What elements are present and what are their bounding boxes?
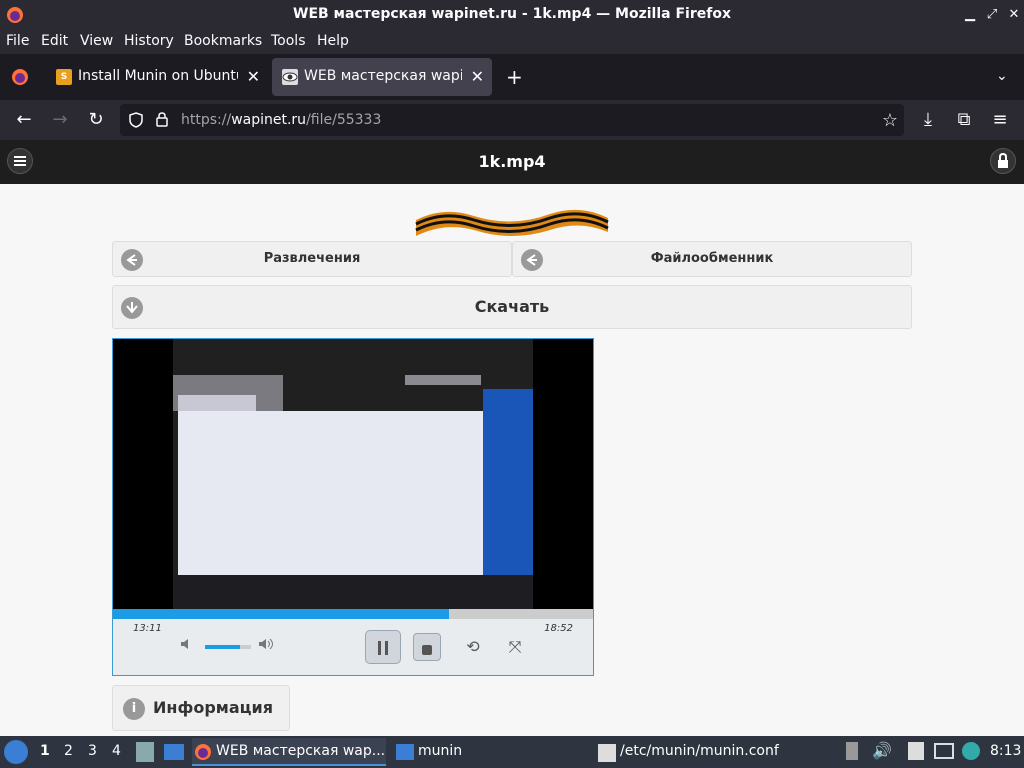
volume-slider[interactable] (205, 645, 251, 649)
menu-bookmarks[interactable]: Bookmarks (184, 33, 262, 49)
download-label: Скачать (474, 297, 550, 316)
eye-icon (282, 69, 298, 85)
task-label: munin (418, 743, 463, 759)
tab-favicon: S (56, 69, 72, 85)
duration: 18:52 (544, 623, 573, 634)
info-icon: i (123, 698, 145, 720)
file-manager-icon[interactable] (136, 742, 154, 762)
task-label: /etc/munin/munin.conf (620, 743, 779, 759)
tab-munin[interactable]: S Install Munin on Ubuntu ✕ (46, 58, 268, 96)
taskbar: 1 2 3 4 WEB мастерская wap... munin /etc… (0, 736, 1024, 768)
maximize-icon[interactable]: ⤢ (984, 7, 1000, 23)
player-controls: 13:11 18:52 ⟲ ⤧ (113, 609, 593, 675)
info-section[interactable]: i Информация (112, 685, 290, 731)
back-icon[interactable]: ← (12, 108, 36, 132)
download-button[interactable]: Скачать (112, 285, 912, 329)
minimize-icon[interactable]: ▁ (962, 7, 978, 23)
lock-icon[interactable] (155, 111, 169, 128)
task-munin[interactable]: munin (394, 738, 564, 766)
st-george-ribbon-icon (415, 209, 609, 236)
shield-icon[interactable] (128, 112, 144, 128)
page-content: 1k.mp4 Развлечения Файлообменник Скачать (0, 140, 1024, 736)
text-editor-icon (598, 744, 616, 762)
window-titlebar: WEB мастерская wapinet.ru - 1k.mp4 — Moz… (0, 0, 1024, 30)
new-tab-icon[interactable]: + (506, 65, 523, 89)
app-menu-icon[interactable]: ≡ (988, 108, 1012, 132)
progress-bar[interactable] (113, 609, 593, 619)
volume-icon[interactable]: 🔊 (872, 741, 892, 760)
forward-icon[interactable]: → (48, 108, 72, 132)
network-icon[interactable] (934, 743, 954, 759)
page-title: 1k.mp4 (478, 152, 546, 171)
video-frame[interactable] (173, 339, 533, 609)
video-player[interactable]: 13:11 18:52 ⟲ ⤧ (112, 338, 594, 676)
page-header: 1k.mp4 (0, 140, 1024, 184)
window-title: WEB мастерская wapinet.ru - 1k.mp4 — Moz… (293, 6, 731, 22)
nav-fileshare-button[interactable]: Файлообменник (512, 241, 912, 277)
menu-help[interactable]: Help (317, 33, 349, 49)
arrow-down-icon (121, 297, 143, 319)
list-tabs-icon[interactable]: ⌄ (996, 68, 1008, 84)
close-window-icon[interactable]: ✕ (1006, 7, 1022, 23)
url-bar[interactable]: https://wapinet.ru/file/55333 ☆ (120, 104, 904, 136)
tab-wapinet[interactable]: WEB мастерская wapinet.ru ✕ (272, 58, 492, 96)
firefox-view-icon[interactable] (11, 68, 29, 86)
workspace-2[interactable]: 2 (64, 743, 73, 759)
start-menu-icon[interactable] (4, 740, 28, 764)
fullscreen-icon[interactable]: ⤧ (497, 630, 533, 664)
loop-icon[interactable]: ⟲ (455, 630, 491, 664)
lock-icon[interactable] (990, 148, 1016, 174)
download-icon[interactable]: ⤓ (916, 108, 940, 132)
workspace-1[interactable]: 1 (40, 743, 50, 759)
close-tab-icon[interactable]: ✕ (471, 67, 484, 86)
nav-bar: ← → ↻ https://wapinet.ru/file/55333 ☆ ⤓ … (0, 100, 1024, 140)
info-label: Информация (153, 698, 273, 717)
close-tab-icon[interactable]: ✕ (247, 67, 260, 86)
reload-icon[interactable]: ↻ (84, 108, 108, 132)
nav-label: Файлообменник (650, 251, 774, 266)
current-time: 13:11 (133, 623, 162, 634)
pause-button[interactable] (365, 630, 401, 664)
task-munin-conf[interactable]: /etc/munin/munin.conf (596, 738, 796, 766)
task-firefox[interactable]: WEB мастерская wap... (192, 738, 386, 766)
arrow-left-icon (121, 249, 143, 271)
progress-fill (113, 609, 449, 619)
volume-max-icon[interactable] (255, 630, 279, 664)
desktop-icon[interactable] (164, 744, 184, 760)
clock: 8:13 (990, 743, 1022, 759)
stop-button[interactable] (413, 633, 441, 661)
notification-icon[interactable] (846, 742, 858, 760)
tab-label: Install Munin on Ubuntu (78, 68, 238, 84)
updates-icon[interactable] (962, 742, 980, 760)
arrow-left-icon (521, 249, 543, 271)
tab-bar: S Install Munin on Ubuntu ✕ WEB мастерск… (0, 54, 1024, 100)
menu-tools[interactable]: Tools (271, 33, 306, 49)
mute-icon[interactable] (177, 630, 197, 664)
menu-bar: File Edit View History Bookmarks Tools H… (0, 30, 1024, 54)
nav-entertainment-button[interactable]: Развлечения (112, 241, 512, 277)
tab-label: WEB мастерская wapinet.ru (304, 68, 462, 84)
workspace-4[interactable]: 4 (112, 743, 121, 759)
folder-icon (396, 744, 414, 760)
firefox-icon (195, 744, 211, 760)
workspace-3[interactable]: 3 (88, 743, 97, 759)
volume-fill (205, 645, 240, 649)
menu-edit[interactable]: Edit (41, 33, 68, 49)
menu-file[interactable]: File (6, 33, 29, 49)
menu-view[interactable]: View (80, 33, 113, 49)
menu-history[interactable]: History (124, 33, 174, 49)
nav-label: Развлечения (263, 251, 361, 266)
task-label: WEB мастерская wap... (216, 743, 386, 759)
url-text[interactable]: https://wapinet.ru/file/55333 (181, 112, 381, 128)
extensions-icon[interactable]: ⧉ (952, 108, 976, 132)
clipboard-icon[interactable] (908, 742, 924, 760)
bookmark-star-icon[interactable]: ☆ (882, 110, 898, 131)
